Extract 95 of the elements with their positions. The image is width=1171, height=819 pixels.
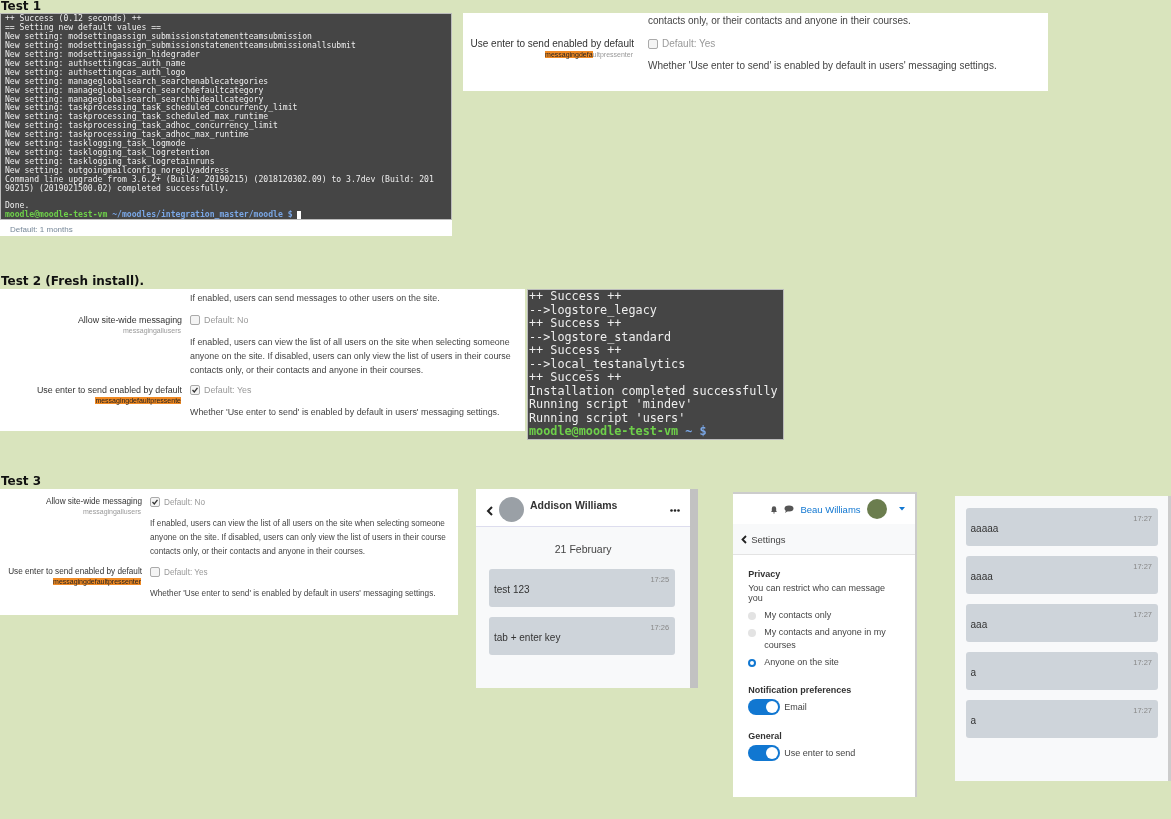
setting-default: Default: No [164,497,205,507]
terminal-line: ++ Success (0.12 seconds) ++ [5,14,143,23]
section-heading: Test 3 [0,473,43,489]
date-label: 21 February [553,543,613,555]
terminal-line: New setting: manageglobalsearch_searchdefaultcategory [5,85,264,95]
avatar [499,497,524,522]
message-text: test 123 [494,584,531,595]
radio-button[interactable] [748,659,757,667]
terminal-line: New setting: tasklogging_task_logmode [5,139,186,149]
message-text: aaa [970,619,989,630]
terminal-line: ++ Success ++ [529,290,623,304]
message-text: tab + enter key [494,632,562,643]
bell-icon[interactable] [770,504,779,514]
terminal-line: 90215) (2019021500.02) completed successfully. [5,184,230,193]
terminal-line: New setting: manageglobalsearch_searchenablecategories [5,76,270,86]
setting-description: Whether 'Use enter to send' is enabled by default in users' messaging settings. [150,588,436,600]
terminal-prompt: moodle@moodle-test-vm ~/moodles/integration_master/moodle $ [5,210,437,219]
section-title: Notification preferences [748,685,853,695]
setting-description: contacts only, or their contacts and anyone in their courses. [648,15,912,26]
setting-label: Allow site-wide messaging [77,315,182,325]
terminal-line: -->logstore_standard [529,330,673,345]
section-title: Privacy [748,569,782,579]
checkbox[interactable] [150,567,160,577]
radio-button[interactable] [748,629,757,637]
setting-label: Allow site-wide messaging [46,497,142,506]
section-title: General [748,731,783,741]
terminal-line: Installation completed successfully [529,384,779,399]
setting-label: Use enter to send enabled by default [470,38,634,49]
terminal-line: New setting: taskprocessing_task_adhoc_max_runtime [5,130,249,140]
back-icon[interactable] [486,506,493,516]
section-hint: You can restrict who can message you [748,583,886,603]
radio-label: My contacts only [764,609,832,622]
terminal-line: New setting: modsettingassign_hidegrader [5,49,200,59]
setting-default: Default: Yes [662,38,716,49]
avatar [866,499,887,519]
setting-description: contacts only, or their contacts and anyone in their courses. [150,546,367,558]
terminal-line: ++ Success ++ [529,371,622,385]
terminal-line: New setting: taskprocessing_task_scheduled_concurrency_limit [5,103,299,113]
terminal-line: Running script 'mindev' [529,398,693,412]
checkbox[interactable] [150,497,160,507]
terminal-line: New setting: outgoingmailconfig_noreplyaddress [5,166,230,176]
setting-label: Use enter to send enabled by default [8,567,142,576]
toggle-switch[interactable] [748,699,781,715]
terminal-line: New setting: tasklogging_task_logretainruns [5,157,215,167]
chat-icon[interactable] [784,505,795,513]
terminal-line: Done. [5,201,30,211]
back-icon[interactable] [741,534,748,544]
setting-description: If enabled, users can view the list of all users on the site when selecting someone [150,518,446,530]
radio-label: My contacts and anyone in my courses [764,626,887,652]
section-heading: Test 1 [0,0,43,13]
checkbox[interactable] [190,385,200,395]
terminal-line: New setting: authsettingcas_auth_logo [5,67,186,77]
contact-name: Addison Williams [530,499,619,511]
setting-description: anyone on the site. If disabled, users can only view the list of users in their course [190,350,511,363]
checkbox[interactable] [190,315,200,325]
setting-description: Whether 'Use enter to send' is enabled by default in users' messaging settings. [648,59,997,73]
toggle-switch[interactable] [748,745,781,761]
setting-description: If enabled, users can view the list of all users on the site when selecting someone [190,336,511,349]
setting-default: Default: Yes [204,385,252,395]
radio-label: Anyone on the site [764,656,839,669]
setting-default: Default: Yes [164,567,208,577]
setting-label: Use enter to send enabled by default [36,385,182,395]
radio-button[interactable] [748,612,757,620]
terminal-line: New setting: tasklogging_task_logretention [5,148,210,158]
terminal-line: Running script 'users' [529,411,687,426]
terminal-line: -->logstore_legacy [529,303,658,318]
terminal-line: New setting: authsettingcas_auth_name [5,58,186,68]
setting-description: Whether 'Use enter to send' is enabled by default in users' messaging settings. [190,406,500,419]
terminal-line: == Setting new default values == [5,22,161,32]
terminal-line: New setting: taskprocessing_task_adhoc_concurrency_limit [5,121,279,131]
setting-description: If enabled, users can send messages to other users on the site. [190,293,441,303]
message-text: a [970,667,978,678]
terminal-line: New setting: modsettingassign_submissionstatementteamsubmissionallsubmit [5,40,357,50]
message-text: aaaa [970,571,994,582]
terminal-line: ++ Success ++ [529,317,622,331]
settings-back-link[interactable]: Settings [733,524,915,555]
terminal-line: New setting: manageglobalsearch_searchhideallcategory [5,94,264,104]
user-menu-link[interactable]: Beau Williams [800,503,861,515]
terminal-line: New setting: taskprocessing_task_scheduled_max_runtime [5,112,269,122]
terminal-line: -->local_testanalytics [529,357,687,372]
terminal-line: Command line upgrade from 3.6.2+ (Build: 20190215) (2018120302.09) to 3.7dev (Build: 201 [5,175,435,185]
terminal-line: New setting: modsettingassign_submissionstatementteamsubmission [5,31,312,41]
message-text: a [970,715,978,726]
toggle-label: Use enter to send [784,746,856,760]
caret-icon[interactable] [898,507,905,511]
terminal-prompt: moodle@moodle-test-vm ~ $ [529,425,708,439]
setting-default: Default: 1 months [9,224,74,236]
terminal-line: ++ Success ++ [529,344,622,358]
setting-description: anyone on the site. If disabled, users can only view the list of users in their course [150,532,446,544]
checkbox[interactable] [648,38,658,49]
setting-description: contacts only, or their contacts and anyone in their courses. [190,364,425,377]
section-heading: Test 2 (Fresh install). [0,273,146,289]
toggle-label: Email [784,700,807,714]
setting-default: Default: No [204,315,249,325]
message-text: aaaaa [970,523,1000,534]
